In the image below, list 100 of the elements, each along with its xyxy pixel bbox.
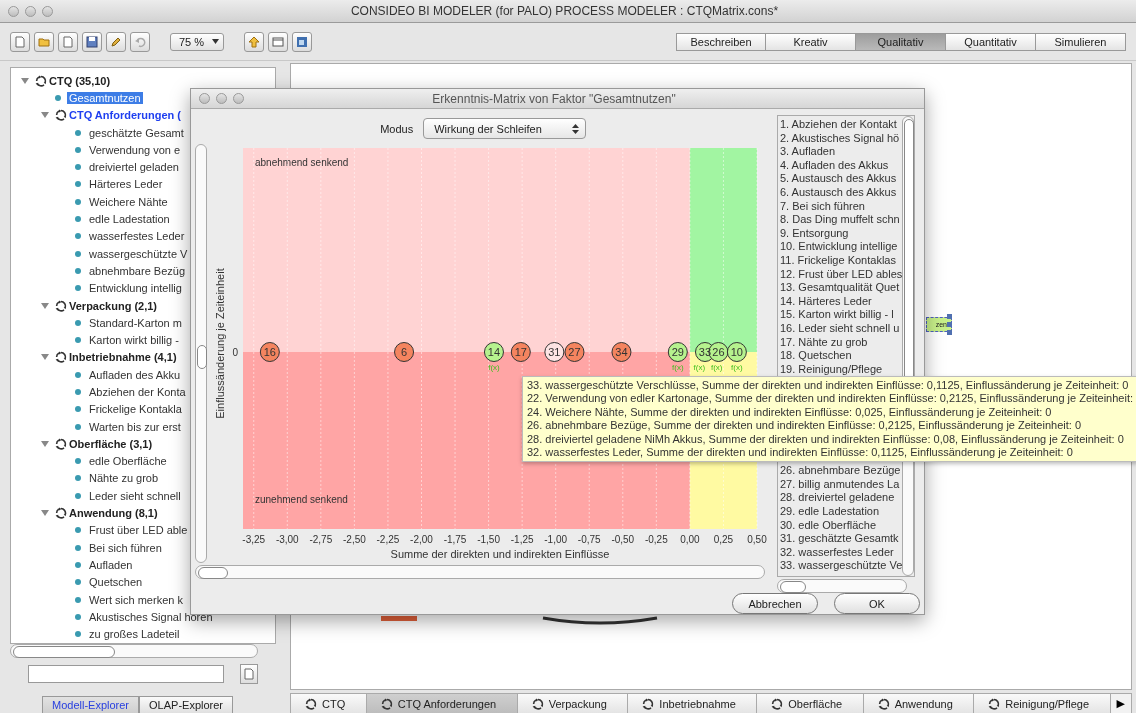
tree-item[interactable]: edle Oberfläche bbox=[87, 455, 169, 468]
horizontal-scrollbar[interactable] bbox=[195, 565, 765, 579]
list-item[interactable]: 14. Härteres Leder bbox=[780, 294, 902, 309]
window-control-button[interactable] bbox=[8, 5, 19, 17]
list-item[interactable]: 28. dreiviertel geladene bbox=[780, 491, 902, 506]
list-item[interactable]: 13. Gesamtqualität Quet bbox=[780, 281, 902, 295]
list-item[interactable]: 2. Akustisches Signal hö bbox=[780, 131, 902, 146]
mode-tab[interactable]: Quantitativ bbox=[946, 32, 1036, 51]
tree-item[interactable]: Standard-Karton m bbox=[87, 316, 184, 329]
window-control-button[interactable] bbox=[216, 93, 227, 104]
tree-item[interactable]: Quetschen bbox=[87, 576, 145, 589]
tree-item[interactable]: Abziehen der Konta bbox=[87, 386, 188, 398]
window-control-button[interactable] bbox=[199, 93, 210, 104]
explorer-tab[interactable]: OLAP-Explorer bbox=[139, 696, 233, 713]
mode-tab[interactable]: Beschreiben bbox=[676, 32, 766, 51]
list-item[interactable]: 29. edle Ladestation bbox=[780, 505, 902, 519]
list-item[interactable]: 15. Karton wirkt billig - l bbox=[780, 308, 902, 322]
tree-item[interactable]: Akustisches Signal hören bbox=[87, 610, 215, 623]
tree-group-label[interactable]: CTQ Anforderungen ( bbox=[69, 109, 182, 122]
tree-item[interactable]: Frickelige Kontakla bbox=[87, 403, 184, 416]
expand-triangle-icon[interactable] bbox=[21, 76, 29, 85]
search-field[interactable] bbox=[28, 665, 224, 683]
model-tab[interactable]: Verpackung bbox=[517, 693, 629, 713]
tree-group-label[interactable]: Anwendung (8,1) bbox=[69, 507, 158, 520]
tree-group-label[interactable]: Inbetriebnahme (4,1) bbox=[69, 351, 177, 364]
list-item[interactable]: 27. billig anmutendes La bbox=[780, 477, 902, 492]
list-item[interactable]: 26. abnehmbare Bezüge bbox=[780, 464, 902, 478]
clear-button[interactable] bbox=[240, 664, 258, 684]
model-tab[interactable]: CTQ bbox=[290, 693, 367, 713]
tree-item[interactable]: Leder sieht schnell bbox=[87, 489, 183, 502]
window-button[interactable] bbox=[268, 31, 288, 52]
list-item[interactable]: 33. wassergeschützte Ve bbox=[780, 559, 902, 574]
list-item[interactable]: 12. Frust über LED ables bbox=[780, 267, 902, 282]
selection-handles-icon[interactable] bbox=[947, 314, 953, 336]
tree-item[interactable]: Entwicklung intellig bbox=[87, 282, 184, 295]
model-tab[interactable]: Oberfläche bbox=[757, 693, 864, 713]
tree-item[interactable]: Gesamtnutzen bbox=[67, 91, 143, 104]
list-item[interactable]: 1. Abziehen der Kontakt bbox=[780, 118, 902, 132]
tree-item[interactable]: edle Ladestation bbox=[87, 213, 172, 225]
save-button[interactable] bbox=[82, 31, 102, 52]
tree-item[interactable]: dreiviertel geladen bbox=[87, 161, 181, 174]
folder-button[interactable] bbox=[34, 31, 54, 52]
tree-item[interactable]: Verwendung von e bbox=[87, 143, 183, 156]
list-item[interactable]: 6. Austausch des Akkus bbox=[780, 185, 902, 200]
new-file-button[interactable] bbox=[10, 31, 30, 52]
list-item[interactable]: 30. edle Oberfläche bbox=[780, 518, 902, 533]
window-control-button[interactable] bbox=[42, 5, 53, 17]
mode-dropdown[interactable]: Wirkung der Schleifen bbox=[423, 118, 586, 139]
tree-item[interactable]: Wert sich merken k bbox=[87, 593, 185, 606]
model-tab[interactable]: CTQ Anforderungen bbox=[366, 693, 518, 713]
document-button[interactable] bbox=[58, 31, 78, 52]
tree-item[interactable]: wasserfestes Leder bbox=[87, 230, 187, 243]
tree-item[interactable]: Härteres Leder bbox=[87, 178, 165, 191]
tree-group-label[interactable]: Verpackung (2,1) bbox=[69, 299, 158, 312]
vertical-scrollbar[interactable] bbox=[195, 144, 207, 563]
list-item[interactable]: 9. Entsorgung bbox=[780, 226, 902, 241]
zoom-dropdown[interactable]: 75 % bbox=[170, 32, 224, 51]
pencil-button[interactable] bbox=[106, 31, 126, 52]
list-item[interactable]: 18. Quetschen bbox=[780, 349, 902, 363]
model-tab[interactable]: Anwendung bbox=[863, 693, 975, 713]
list-item[interactable]: 17. Nähte zu grob bbox=[780, 335, 902, 350]
tree-item[interactable]: abnehmbare Bezüg bbox=[87, 264, 187, 277]
data-point[interactable] bbox=[394, 342, 415, 362]
window-control-button[interactable] bbox=[25, 5, 36, 17]
horizontal-scrollbar[interactable] bbox=[10, 644, 258, 658]
mode-tab[interactable]: Kreativ bbox=[766, 32, 856, 51]
tree-item[interactable]: Bei sich führen bbox=[87, 541, 164, 554]
tree-item[interactable]: Weichere Nähte bbox=[87, 195, 170, 208]
list-item[interactable]: 3. Aufladen bbox=[780, 145, 902, 159]
horizontal-scrollbar[interactable] bbox=[777, 579, 907, 593]
tree-item[interactable]: geschätzte Gesamt bbox=[87, 126, 186, 139]
list-item[interactable]: 4. Aufladen des Akkus bbox=[780, 158, 902, 173]
mode-tab[interactable]: Qualitativ bbox=[856, 32, 946, 51]
tree-item[interactable]: Aufladen des Akku bbox=[87, 368, 183, 381]
explorer-tab[interactable]: Modell-Explorer bbox=[42, 696, 140, 713]
dialog-button[interactable]: OK bbox=[834, 593, 920, 614]
dialog-button[interactable]: Abbrechen bbox=[732, 593, 818, 614]
list-item[interactable]: 10. Entwicklung intellige bbox=[780, 240, 902, 254]
model-tab[interactable]: Inbetriebnahme bbox=[628, 693, 758, 713]
window-control-button[interactable] bbox=[233, 93, 244, 104]
tree-item[interactable]: Nähte zu grob bbox=[87, 472, 161, 485]
list-item[interactable]: 19. Reinigung/Pflege bbox=[780, 362, 902, 377]
expand-triangle-icon[interactable] bbox=[41, 111, 49, 120]
list-item[interactable]: 32. wasserfestes Leder bbox=[780, 545, 902, 560]
tree-item[interactable]: zu großes Ladeteil bbox=[87, 628, 182, 641]
undo-button[interactable] bbox=[130, 31, 150, 52]
tree-group-label[interactable]: CTQ (35,10) bbox=[49, 74, 111, 87]
expand-triangle-icon[interactable] bbox=[41, 509, 49, 518]
image-button[interactable] bbox=[292, 31, 312, 52]
list-item[interactable]: 31. geschätzte Gesamtk bbox=[780, 532, 902, 546]
list-item[interactable]: 11. Frickelige Kontaklas bbox=[780, 253, 902, 268]
tree-item[interactable]: Karton wirkt billig - bbox=[87, 334, 181, 347]
list-item[interactable]: 7. Bei sich führen bbox=[780, 199, 902, 214]
expand-triangle-icon[interactable] bbox=[41, 439, 49, 448]
expand-triangle-icon[interactable] bbox=[41, 301, 49, 310]
expand-triangle-icon[interactable] bbox=[41, 353, 49, 362]
tree-item[interactable]: Aufladen bbox=[87, 558, 135, 571]
list-item[interactable]: 8. Das Ding muffelt schn bbox=[780, 213, 902, 227]
list-item[interactable]: 5. Austausch des Akkus bbox=[780, 172, 902, 186]
tree-item[interactable]: wassergeschützte V bbox=[87, 247, 190, 260]
